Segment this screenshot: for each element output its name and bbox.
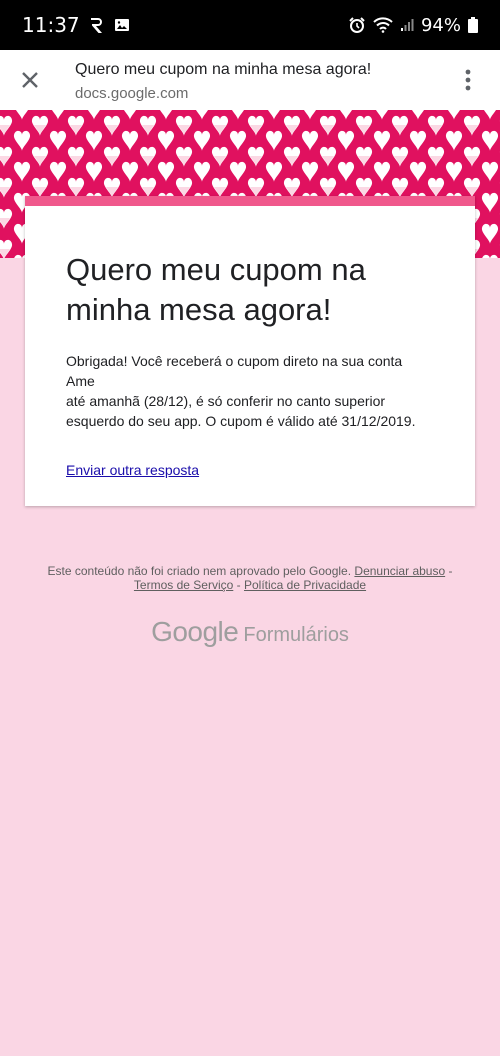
google-forms-logo[interactable]: Google Formulários xyxy=(0,616,500,648)
confirmation-message-line1: Obrigada! Você receberá o cupom direto n… xyxy=(66,353,403,389)
logo-google-text: Google xyxy=(151,616,239,647)
battery-icon xyxy=(468,17,478,33)
submit-another-response-link[interactable]: Enviar outra resposta xyxy=(66,462,199,478)
logo-product-text: Formulários xyxy=(243,624,349,646)
confirmation-message-line2: até amanhã (28/12), é só conferir no can… xyxy=(66,393,386,409)
separator-2: - xyxy=(236,578,241,592)
image-notification-icon xyxy=(114,17,130,33)
battery-percent: 94% xyxy=(420,14,461,36)
close-button[interactable] xyxy=(0,50,60,110)
terms-of-service-link[interactable]: Termos de Serviço xyxy=(134,578,233,592)
title-block: Quero meu cupom na minha mesa agora! doc… xyxy=(60,59,436,102)
page-title: Quero meu cupom na minha mesa agora! xyxy=(75,60,372,78)
report-abuse-link[interactable]: Denunciar abuso xyxy=(354,564,445,578)
privacy-policy-link[interactable]: Política de Privacidade xyxy=(244,578,366,592)
custom-tab-toolbar: Quero meu cupom na minha mesa agora! doc… xyxy=(0,50,500,110)
status-right: 94% xyxy=(348,15,478,36)
more-vertical-icon xyxy=(465,69,471,91)
footer-disclaimer: Este conteúdo não foi criado nem aprovad… xyxy=(30,564,470,592)
wifi-icon xyxy=(373,17,393,33)
status-left: 11:37 xyxy=(22,13,130,37)
status-time: 11:37 xyxy=(22,13,80,37)
r-app-notification-icon xyxy=(88,16,106,34)
separator-1: - xyxy=(448,564,453,578)
confirmation-message-line3: esquerdo do seu app. O cupom é válido at… xyxy=(66,413,416,429)
disclaimer-text: Este conteúdo não foi criado nem aprovad… xyxy=(47,564,352,578)
form-title-line2: minha mesa agora! xyxy=(66,292,332,327)
form-title-line1: Quero meu cupom na xyxy=(66,252,366,287)
page-url: docs.google.com xyxy=(75,84,189,102)
confirmation-message: Obrigada! Você receberá o cupom direto n… xyxy=(66,351,434,431)
alarm-icon xyxy=(348,16,366,34)
signal-icon xyxy=(400,18,414,32)
confirmation-card: Quero meu cupom na minha mesa agora! Obr… xyxy=(25,196,475,506)
overflow-menu-button[interactable] xyxy=(436,50,500,110)
status-bar: 11:37 94% xyxy=(0,0,500,50)
form-title: Quero meu cupom na minha mesa agora! xyxy=(66,250,434,330)
close-icon xyxy=(22,72,38,88)
